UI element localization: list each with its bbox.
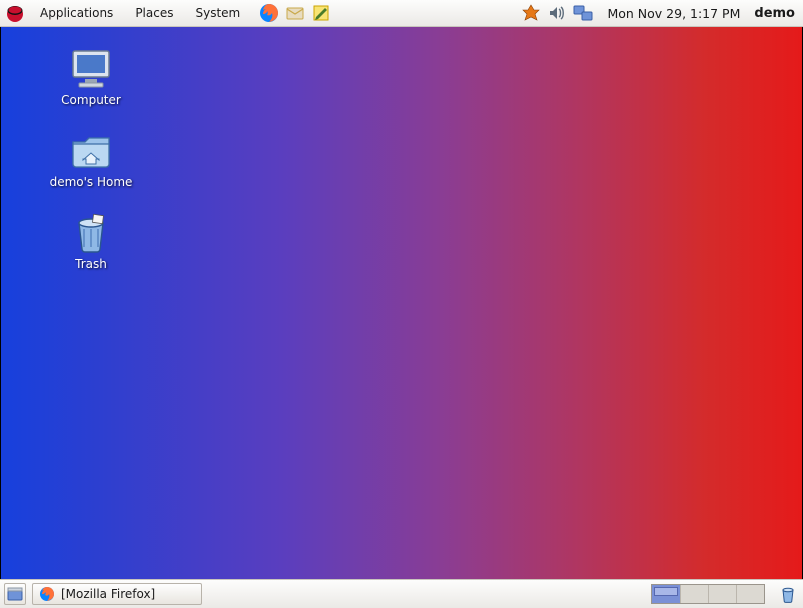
trash-icon (67, 213, 115, 253)
clock[interactable]: Mon Nov 29, 1:17 PM (607, 6, 740, 21)
show-desktop-button[interactable] (4, 583, 26, 605)
workspace-2[interactable] (680, 585, 708, 603)
user-menu[interactable]: demo (754, 6, 795, 21)
computer-icon (67, 49, 115, 89)
home-label: demo's Home (50, 175, 133, 189)
home-desktop-icon[interactable]: demo's Home (31, 131, 151, 189)
workspace-switcher (651, 584, 765, 604)
notification-area (521, 3, 593, 23)
top-panel: Applications Places System Mon Nov 29, 1… (0, 0, 803, 27)
applications-menu[interactable]: Applications (32, 4, 121, 22)
email-launcher-icon[interactable] (284, 2, 306, 24)
launcher-area (258, 2, 332, 24)
home-folder-icon (67, 131, 115, 171)
taskbar-firefox-button[interactable]: [Mozilla Firefox] (32, 583, 202, 605)
bottom-panel: [Mozilla Firefox] (0, 579, 803, 608)
notes-launcher-icon[interactable] (310, 2, 332, 24)
firefox-icon (39, 586, 55, 602)
network-icon[interactable] (573, 3, 593, 23)
distributor-logo-icon[interactable] (4, 2, 26, 24)
computer-desktop-icon[interactable]: Computer (31, 49, 151, 107)
workspace-1[interactable] (652, 585, 680, 603)
taskbar-firefox-label: [Mozilla Firefox] (61, 587, 155, 601)
trash-applet-icon[interactable] (777, 583, 799, 605)
main-menu-area: Applications Places System (4, 2, 248, 24)
trash-desktop-icon[interactable]: Trash (31, 213, 151, 271)
desktop[interactable]: Computer demo's Home Trash (0, 27, 803, 579)
trash-label: Trash (75, 257, 107, 271)
computer-label: Computer (61, 93, 121, 107)
volume-icon[interactable] (547, 3, 567, 23)
system-menu[interactable]: System (187, 4, 248, 22)
workspace-3[interactable] (708, 585, 736, 603)
workspace-4[interactable] (736, 585, 764, 603)
update-notifier-icon[interactable] (521, 3, 541, 23)
firefox-launcher-icon[interactable] (258, 2, 280, 24)
places-menu[interactable]: Places (127, 4, 181, 22)
